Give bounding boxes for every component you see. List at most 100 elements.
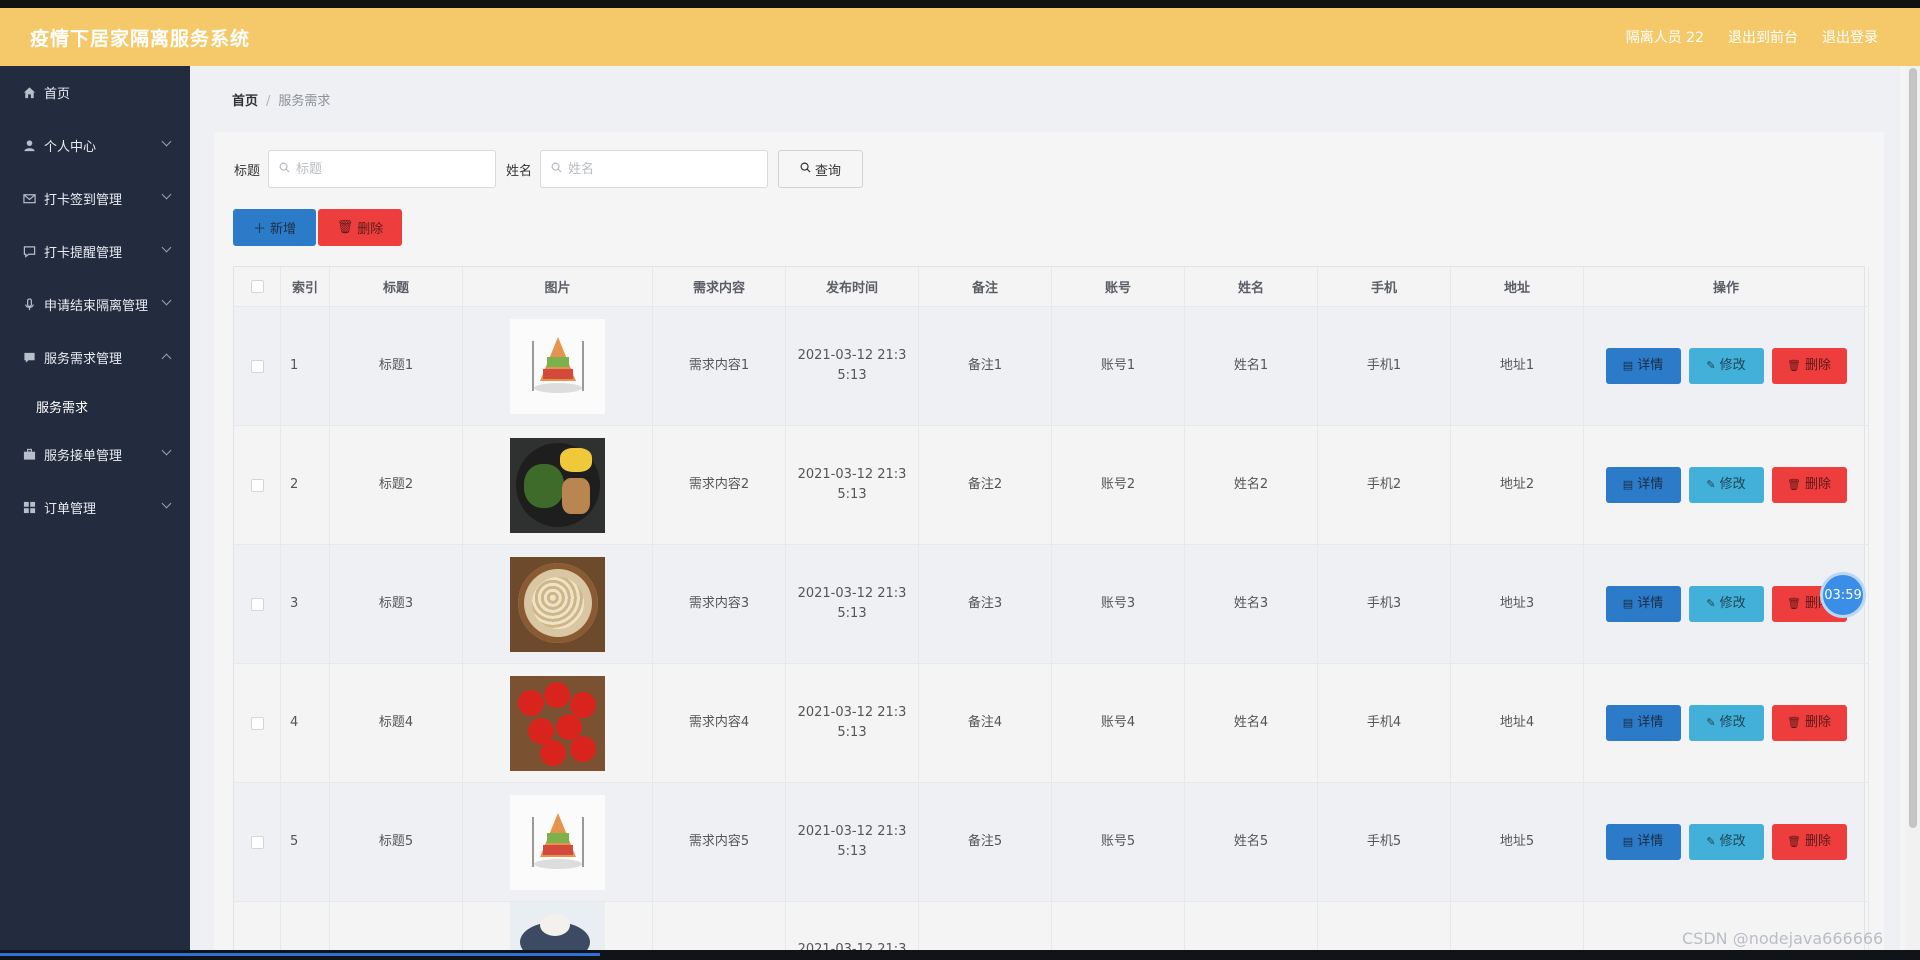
time-cell: 2021-03-12 21:35:13 <box>786 664 919 783</box>
delete-label: 删除 <box>1804 477 1831 492</box>
column-header: 备注 <box>919 267 1052 307</box>
sidebar-item-label: 订单管理 <box>44 502 97 517</box>
sidebar-item-order-taking[interactable]: 服务接单管理 <box>0 428 190 481</box>
row-checkbox[interactable] <box>250 835 264 849</box>
add-button[interactable]: ＋ 新增 <box>233 209 316 246</box>
column-header: 图片 <box>463 267 653 307</box>
mail-icon <box>22 192 36 206</box>
plus-icon: ＋ <box>252 222 266 237</box>
time-text: 2021-03-12 21:35:13 <box>797 467 907 502</box>
name-search-input[interactable] <box>568 161 749 177</box>
page-scrollbar[interactable] <box>1906 66 1920 950</box>
account-cell: 账号4 <box>1052 664 1185 783</box>
edit-button[interactable]: ✎ 修改 <box>1688 467 1764 503</box>
edit-button[interactable]: ✎ 修改 <box>1688 348 1764 384</box>
service-demand-table: 索引 标题 图片 需求内容 发布时间 备注 账号 姓名 手机 地址 操作 1 标… <box>233 266 1869 960</box>
edit-button[interactable]: ✎ 修改 <box>1688 824 1764 860</box>
sidebar-item-service-demand-mgmt[interactable]: 服务需求管理 <box>0 331 190 384</box>
edit-button[interactable]: ✎ 修改 <box>1688 586 1764 622</box>
sidebar-item-personal[interactable]: 个人中心 <box>0 119 190 172</box>
title-search-input[interactable] <box>296 161 477 177</box>
food-pyramid-image <box>510 794 605 890</box>
chevron-down-icon <box>161 498 172 509</box>
content-cell: 需求内容4 <box>653 664 786 783</box>
edit-button[interactable]: ✎ 修改 <box>1688 705 1764 741</box>
salad-plate-image <box>510 437 605 533</box>
address-cell: 地址2 <box>1451 426 1584 545</box>
index-cell: 5 <box>281 783 330 902</box>
name-cell: 姓名4 <box>1185 664 1318 783</box>
search-icon <box>800 162 811 177</box>
batch-delete-button[interactable]: 🗑 删除 <box>318 209 402 246</box>
detail-button[interactable]: ▤ 详情 <box>1605 467 1681 503</box>
row-checkbox[interactable] <box>250 359 264 373</box>
main-content: 首页 / 服务需求 标题 姓名 查询 <box>190 66 1900 960</box>
delete-label: 删除 <box>1804 715 1831 730</box>
edit-label: 修改 <box>1719 834 1746 849</box>
edit-label: 修改 <box>1719 358 1746 373</box>
detail-button[interactable]: ▤ 详情 <box>1605 586 1681 622</box>
delete-button[interactable]: 🗑 删除 <box>1771 348 1847 384</box>
image-cell <box>463 426 653 545</box>
sidebar-item-orders[interactable]: 订单管理 <box>0 481 190 534</box>
app-root: 疫情下居家隔离服务系统 隔离人员 22 退出到前台 退出登录 首页 个人中心 打… <box>0 0 1920 960</box>
operations-cell: ▤ 详情 ✎ 修改 🗑 删除 <box>1584 426 1869 545</box>
tomatoes-image <box>510 675 605 771</box>
table-row: 2 标题2 需求内容2 2021-03-12 21:35:13 备注2 账号2 … <box>234 426 1869 545</box>
sidebar-subitem-service-demand[interactable]: 服务需求 <box>0 384 190 428</box>
trash-icon: 🗑 <box>336 220 354 235</box>
title-search-field[interactable] <box>268 150 497 188</box>
detail-button[interactable]: ▤ 详情 <box>1605 705 1681 741</box>
row-checkbox[interactable] <box>250 597 264 611</box>
name-cell: 姓名1 <box>1185 307 1318 426</box>
sidebar-item-label: 首页 <box>44 87 71 102</box>
account-cell: 账号2 <box>1052 426 1185 545</box>
content-panel: 标题 姓名 查询 ＋ 新增 <box>214 132 1884 960</box>
breadcrumb-home[interactable]: 首页 <box>232 94 258 109</box>
delete-button[interactable]: 🗑 删除 <box>1771 705 1847 741</box>
back-to-front-link[interactable]: 退出到前台 <box>1728 27 1798 47</box>
row-checkbox[interactable] <box>250 716 264 730</box>
current-user[interactable]: 隔离人员 22 <box>1626 27 1704 47</box>
content-cell: 需求内容5 <box>653 783 786 902</box>
action-bar: ＋ 新增 🗑 删除 <box>233 209 402 246</box>
message-icon <box>22 351 36 365</box>
phone-cell: 手机1 <box>1318 307 1451 426</box>
index-cell: 2 <box>281 426 330 545</box>
sidebar-item-checkin[interactable]: 打卡签到管理 <box>0 172 190 225</box>
row-select-cell <box>234 307 281 426</box>
app-header: 疫情下居家隔离服务系统 隔离人员 22 退出到前台 退出登录 <box>0 8 1920 66</box>
note-cell: 备注2 <box>919 426 1052 545</box>
query-button[interactable]: 查询 <box>778 150 864 188</box>
app-title: 疫情下居家隔离服务系统 <box>30 27 251 50</box>
column-header: 操作 <box>1584 267 1869 307</box>
sidebar-item-end-isolation[interactable]: 申请结束隔离管理 <box>0 278 190 331</box>
note-cell: 备注5 <box>919 783 1052 902</box>
column-header: 索引 <box>281 267 330 307</box>
logout-link[interactable]: 退出登录 <box>1822 27 1878 47</box>
time-text: 2021-03-12 21:35:13 <box>797 705 907 740</box>
detail-label: 详情 <box>1637 358 1664 373</box>
delete-button[interactable]: 🗑 删除 <box>1771 467 1847 503</box>
search-icon <box>551 162 562 177</box>
title-cell: 标题1 <box>330 307 463 426</box>
sidebar-item-home[interactable]: 首页 <box>0 66 190 119</box>
row-checkbox[interactable] <box>250 478 264 492</box>
breadcrumb-separator: / <box>266 94 271 109</box>
phone-cell: 手机5 <box>1318 783 1451 902</box>
detail-button[interactable]: ▤ 详情 <box>1605 348 1681 384</box>
search-bar: 标题 姓名 查询 <box>234 150 864 188</box>
detail-button[interactable]: ▤ 详情 <box>1605 824 1681 860</box>
trash-icon: 🗑 <box>1787 597 1801 610</box>
name-search-field[interactable] <box>540 150 769 188</box>
image-cell <box>463 545 653 664</box>
csdn-watermark: CSDN @nodejava666666 <box>1682 929 1884 948</box>
select-all-checkbox[interactable] <box>250 280 264 293</box>
name-search-label: 姓名 <box>506 163 533 179</box>
document-icon: ▤ <box>1622 478 1634 491</box>
select-all-cell <box>234 267 281 307</box>
scrollbar-thumb[interactable] <box>1909 68 1917 828</box>
delete-button[interactable]: 🗑 删除 <box>1771 824 1847 860</box>
title-cell: 标题4 <box>330 664 463 783</box>
sidebar-item-reminder[interactable]: 打卡提醒管理 <box>0 225 190 278</box>
